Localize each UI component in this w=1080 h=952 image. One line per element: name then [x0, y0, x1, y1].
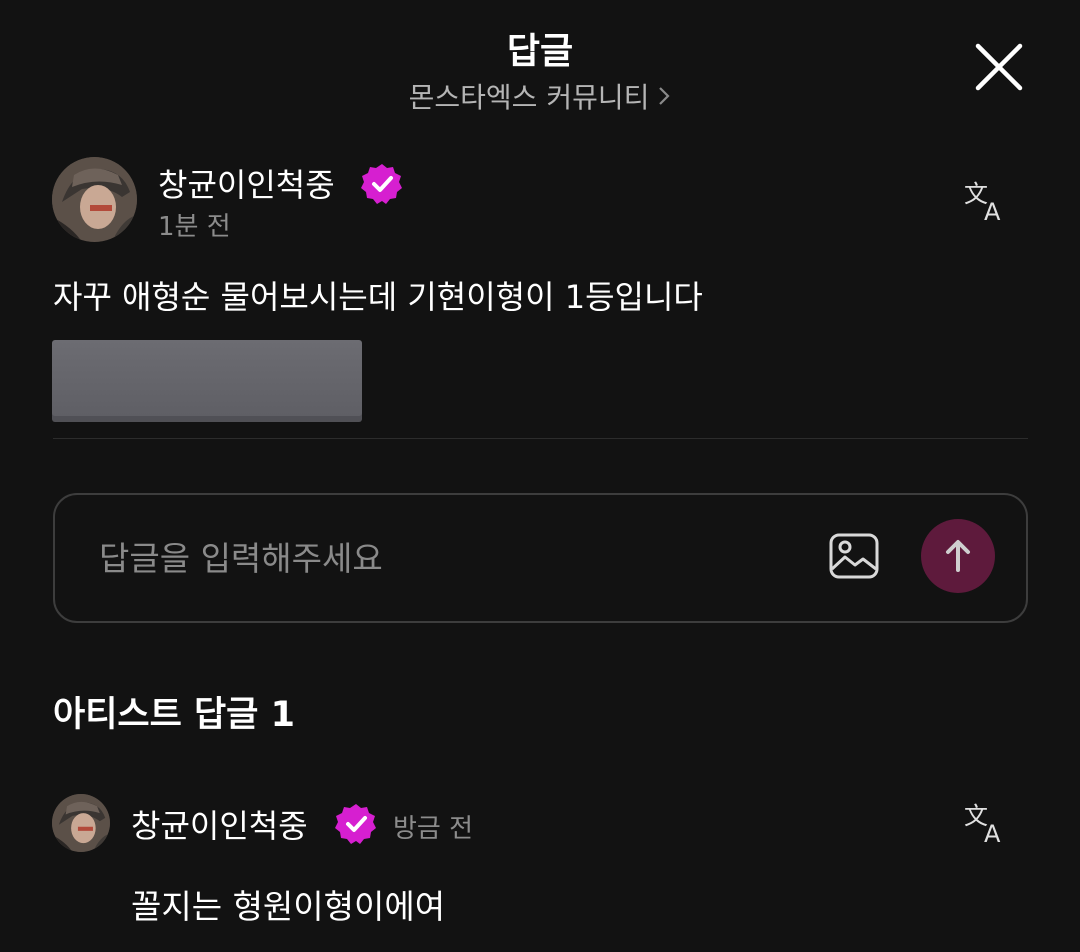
svg-text:A: A: [984, 820, 1001, 846]
translate-icon[interactable]: 文 A: [964, 800, 1010, 846]
avatar[interactable]: [52, 794, 110, 852]
community-name: 몬스타엑스 커뮤니티: [408, 81, 650, 114]
reply-body-text: 꼴지는 형원이형이에여: [131, 887, 446, 926]
send-arrow-icon: [946, 540, 970, 572]
verified-badge-icon: [361, 164, 402, 204]
reply-composer: [53, 493, 1028, 623]
divider: [53, 438, 1028, 439]
avatar[interactable]: [52, 157, 137, 242]
post-image-attachment[interactable]: [52, 340, 362, 422]
post-body-text: 자꾸 애형순 물어보시는데 기현이형이 1등입니다: [53, 278, 703, 316]
artist-replies-heading: 아티스트 답글 1: [53, 695, 295, 735]
translate-icon[interactable]: 文 A: [964, 178, 1010, 224]
svg-text:A: A: [984, 198, 1001, 224]
send-button[interactable]: [921, 519, 995, 593]
post-time: 1분 전: [158, 212, 231, 242]
verified-badge-icon: [335, 804, 376, 844]
reply-input[interactable]: [99, 531, 799, 585]
close-icon[interactable]: [972, 40, 1026, 94]
post-author-name[interactable]: 창균이인척중: [158, 160, 335, 206]
chevron-right-icon: [659, 87, 670, 105]
reply-author-name[interactable]: 창균이인척중: [131, 801, 308, 847]
reply-time: 방금 전: [393, 814, 474, 844]
community-link[interactable]: 몬스타엑스 커뮤니티: [0, 76, 1080, 116]
image-icon[interactable]: [829, 533, 879, 579]
page-title: 답글: [506, 31, 574, 72]
